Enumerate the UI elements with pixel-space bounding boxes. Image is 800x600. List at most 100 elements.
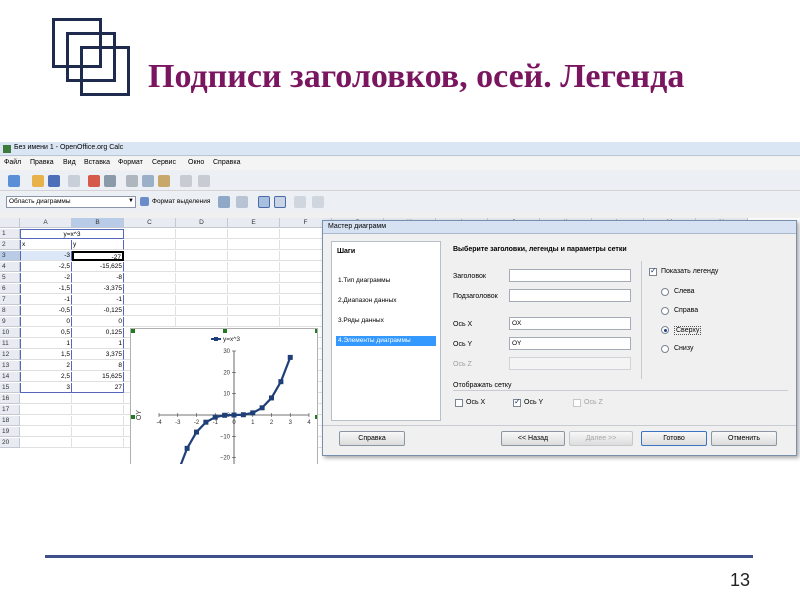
cell[interactable]: 3,375 <box>72 350 124 360</box>
legend-right-radio[interactable] <box>661 307 669 315</box>
cell[interactable] <box>124 306 176 316</box>
cell[interactable]: 0,125 <box>72 328 124 338</box>
cell[interactable] <box>176 295 228 305</box>
cell[interactable] <box>228 251 280 261</box>
cell[interactable] <box>20 405 72 415</box>
cell[interactable] <box>228 295 280 305</box>
format-selection-icon[interactable] <box>140 197 149 206</box>
print-icon[interactable] <box>104 175 116 187</box>
chart-element-combo[interactable]: Область диаграммы ▼ <box>6 196 136 208</box>
cell[interactable] <box>228 240 280 250</box>
cell[interactable]: 2,5 <box>20 372 72 382</box>
cell[interactable] <box>228 306 280 316</box>
cell[interactable] <box>20 416 72 426</box>
cell[interactable] <box>176 317 228 327</box>
show-legend-checkbox[interactable] <box>649 266 657 276</box>
legend-toggle-icon[interactable] <box>274 196 286 208</box>
row-header[interactable]: 4 <box>0 262 20 272</box>
grid-y-checkbox[interactable] <box>513 397 521 407</box>
cell[interactable] <box>176 306 228 316</box>
cell[interactable] <box>72 416 124 426</box>
redo-icon[interactable] <box>198 175 210 187</box>
cell[interactable] <box>176 240 228 250</box>
merged-title-cell[interactable]: y=x^3 <box>20 229 124 239</box>
email-icon[interactable] <box>68 175 80 187</box>
y-axis-input[interactable]: OY <box>509 337 631 350</box>
menu-file[interactable]: Файл <box>4 159 21 166</box>
row-header[interactable]: 5 <box>0 273 20 283</box>
column-header[interactable]: C <box>124 218 176 228</box>
cut-icon[interactable] <box>126 175 138 187</box>
cell[interactable]: 0,5 <box>20 328 72 338</box>
undo-icon[interactable] <box>180 175 192 187</box>
x-axis-input[interactable]: OX <box>509 317 631 330</box>
cell[interactable]: -3,375 <box>72 284 124 294</box>
row-header[interactable]: 11 <box>0 339 20 349</box>
cell[interactable] <box>124 240 176 250</box>
cell[interactable] <box>124 229 176 239</box>
cell[interactable]: 1,5 <box>20 350 72 360</box>
row-header[interactable]: 7 <box>0 295 20 305</box>
cell[interactable] <box>124 295 176 305</box>
column-header[interactable]: D <box>176 218 228 228</box>
cell[interactable]: -2 <box>20 273 72 283</box>
cell[interactable] <box>176 229 228 239</box>
step-data-series[interactable]: 3.Ряды данных <box>336 316 436 326</box>
cell[interactable]: y <box>72 240 124 250</box>
row-header[interactable]: 13 <box>0 361 20 371</box>
cell[interactable]: -1 <box>72 295 124 305</box>
cell[interactable] <box>72 405 124 415</box>
grid-corner[interactable] <box>0 218 20 228</box>
subtitle-input[interactable] <box>509 289 631 302</box>
menu-view[interactable]: Вид <box>63 159 76 166</box>
cell[interactable] <box>20 394 72 404</box>
pdf-icon[interactable] <box>88 175 100 187</box>
legend-bottom-radio[interactable] <box>661 345 669 353</box>
row-header[interactable]: 14 <box>0 372 20 382</box>
new-doc-icon[interactable] <box>8 175 20 187</box>
paste-icon[interactable] <box>158 175 170 187</box>
cell[interactable]: -0,5 <box>20 306 72 316</box>
row-header[interactable]: 6 <box>0 284 20 294</box>
finish-button[interactable]: Готово <box>641 431 707 446</box>
save-icon[interactable] <box>48 175 60 187</box>
cell[interactable] <box>228 317 280 327</box>
chart-type-icon[interactable] <box>218 196 230 208</box>
menu-insert[interactable]: Вставка <box>84 159 110 166</box>
cell[interactable] <box>20 438 72 448</box>
cell[interactable] <box>176 262 228 272</box>
title-input[interactable] <box>509 269 631 282</box>
row-header[interactable]: 2 <box>0 240 20 250</box>
cell[interactable]: 27 <box>72 383 124 393</box>
row-header[interactable]: 12 <box>0 350 20 360</box>
column-header[interactable]: A <box>20 218 72 228</box>
cell[interactable]: -2,5 <box>20 262 72 272</box>
row-header[interactable]: 9 <box>0 317 20 327</box>
cell[interactable] <box>176 273 228 283</box>
cell[interactable]: 1 <box>72 339 124 349</box>
cell[interactable]: -1,5 <box>20 284 72 294</box>
cell[interactable] <box>228 273 280 283</box>
menu-window[interactable]: Окно <box>188 159 204 166</box>
cell[interactable] <box>72 427 124 437</box>
cell[interactable]: -15,625 <box>72 262 124 272</box>
cell[interactable] <box>176 284 228 294</box>
row-header[interactable]: 8 <box>0 306 20 316</box>
grid-x-checkbox[interactable] <box>455 399 463 407</box>
open-icon[interactable] <box>32 175 44 187</box>
cell[interactable] <box>124 317 176 327</box>
cell[interactable] <box>176 251 228 261</box>
scale-text-icon[interactable] <box>294 196 306 208</box>
step-chart-type[interactable]: 1.Тип диаграммы <box>336 276 436 286</box>
cell[interactable]: -8 <box>72 273 124 283</box>
cell[interactable] <box>124 251 176 261</box>
cell[interactable]: -0,125 <box>72 306 124 316</box>
menu-format[interactable]: Формат <box>118 159 143 166</box>
cell[interactable]: 8 <box>72 361 124 371</box>
cancel-button[interactable]: Отменить <box>711 431 777 446</box>
cell[interactable] <box>124 262 176 272</box>
back-button[interactable]: << Назад <box>501 431 565 446</box>
horizontal-grid-icon[interactable] <box>258 196 270 208</box>
column-header[interactable]: E <box>228 218 280 228</box>
cell[interactable]: 2 <box>20 361 72 371</box>
